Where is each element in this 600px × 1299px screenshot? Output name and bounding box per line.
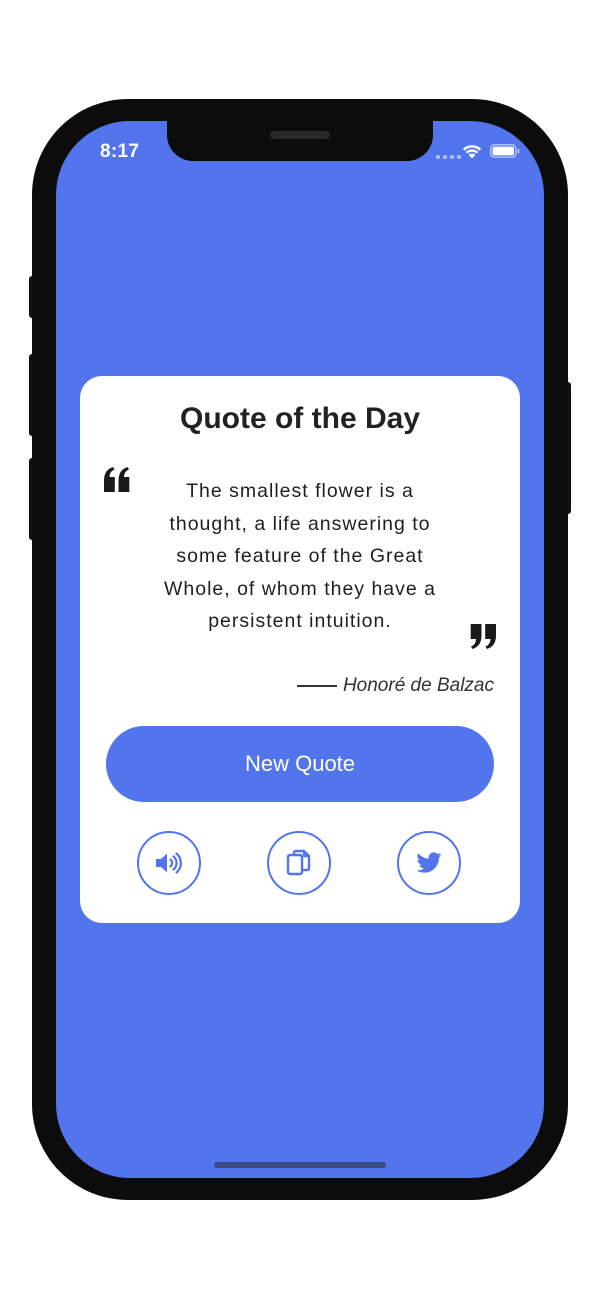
page: 8:17 Quote of the Day The smallest flowe… (0, 0, 600, 1299)
card-title: Quote of the Day (179, 402, 420, 435)
notch (167, 121, 433, 161)
wifi-icon (462, 145, 482, 159)
copy-button[interactable] (267, 831, 331, 895)
speaker-icon (156, 852, 182, 874)
speak-button[interactable] (137, 831, 201, 895)
app-screen: 8:17 Quote of the Day The smallest flowe… (56, 121, 544, 1178)
earpiece-speaker (270, 131, 330, 139)
copy-icon (286, 849, 311, 876)
twitter-icon (416, 852, 442, 873)
tweet-button[interactable] (397, 831, 461, 895)
quote-author: Honoré de Balzac (296, 675, 494, 697)
home-indicator[interactable] (214, 1162, 386, 1168)
author-name: Honoré de Balzac (342, 675, 494, 696)
status-time: 8:17 (100, 141, 140, 162)
close-quote-icon (470, 624, 496, 649)
author-dash (296, 685, 337, 687)
quote-text: The smallest flower is a thought, a life… (163, 480, 437, 632)
open-quote-icon (104, 467, 130, 492)
quote-card: Quote of the Day The smallest flower is … (80, 376, 520, 923)
cellular-signal-icon (436, 155, 461, 159)
battery-icon (490, 144, 520, 158)
new-quote-button[interactable]: New Quote (106, 726, 494, 802)
